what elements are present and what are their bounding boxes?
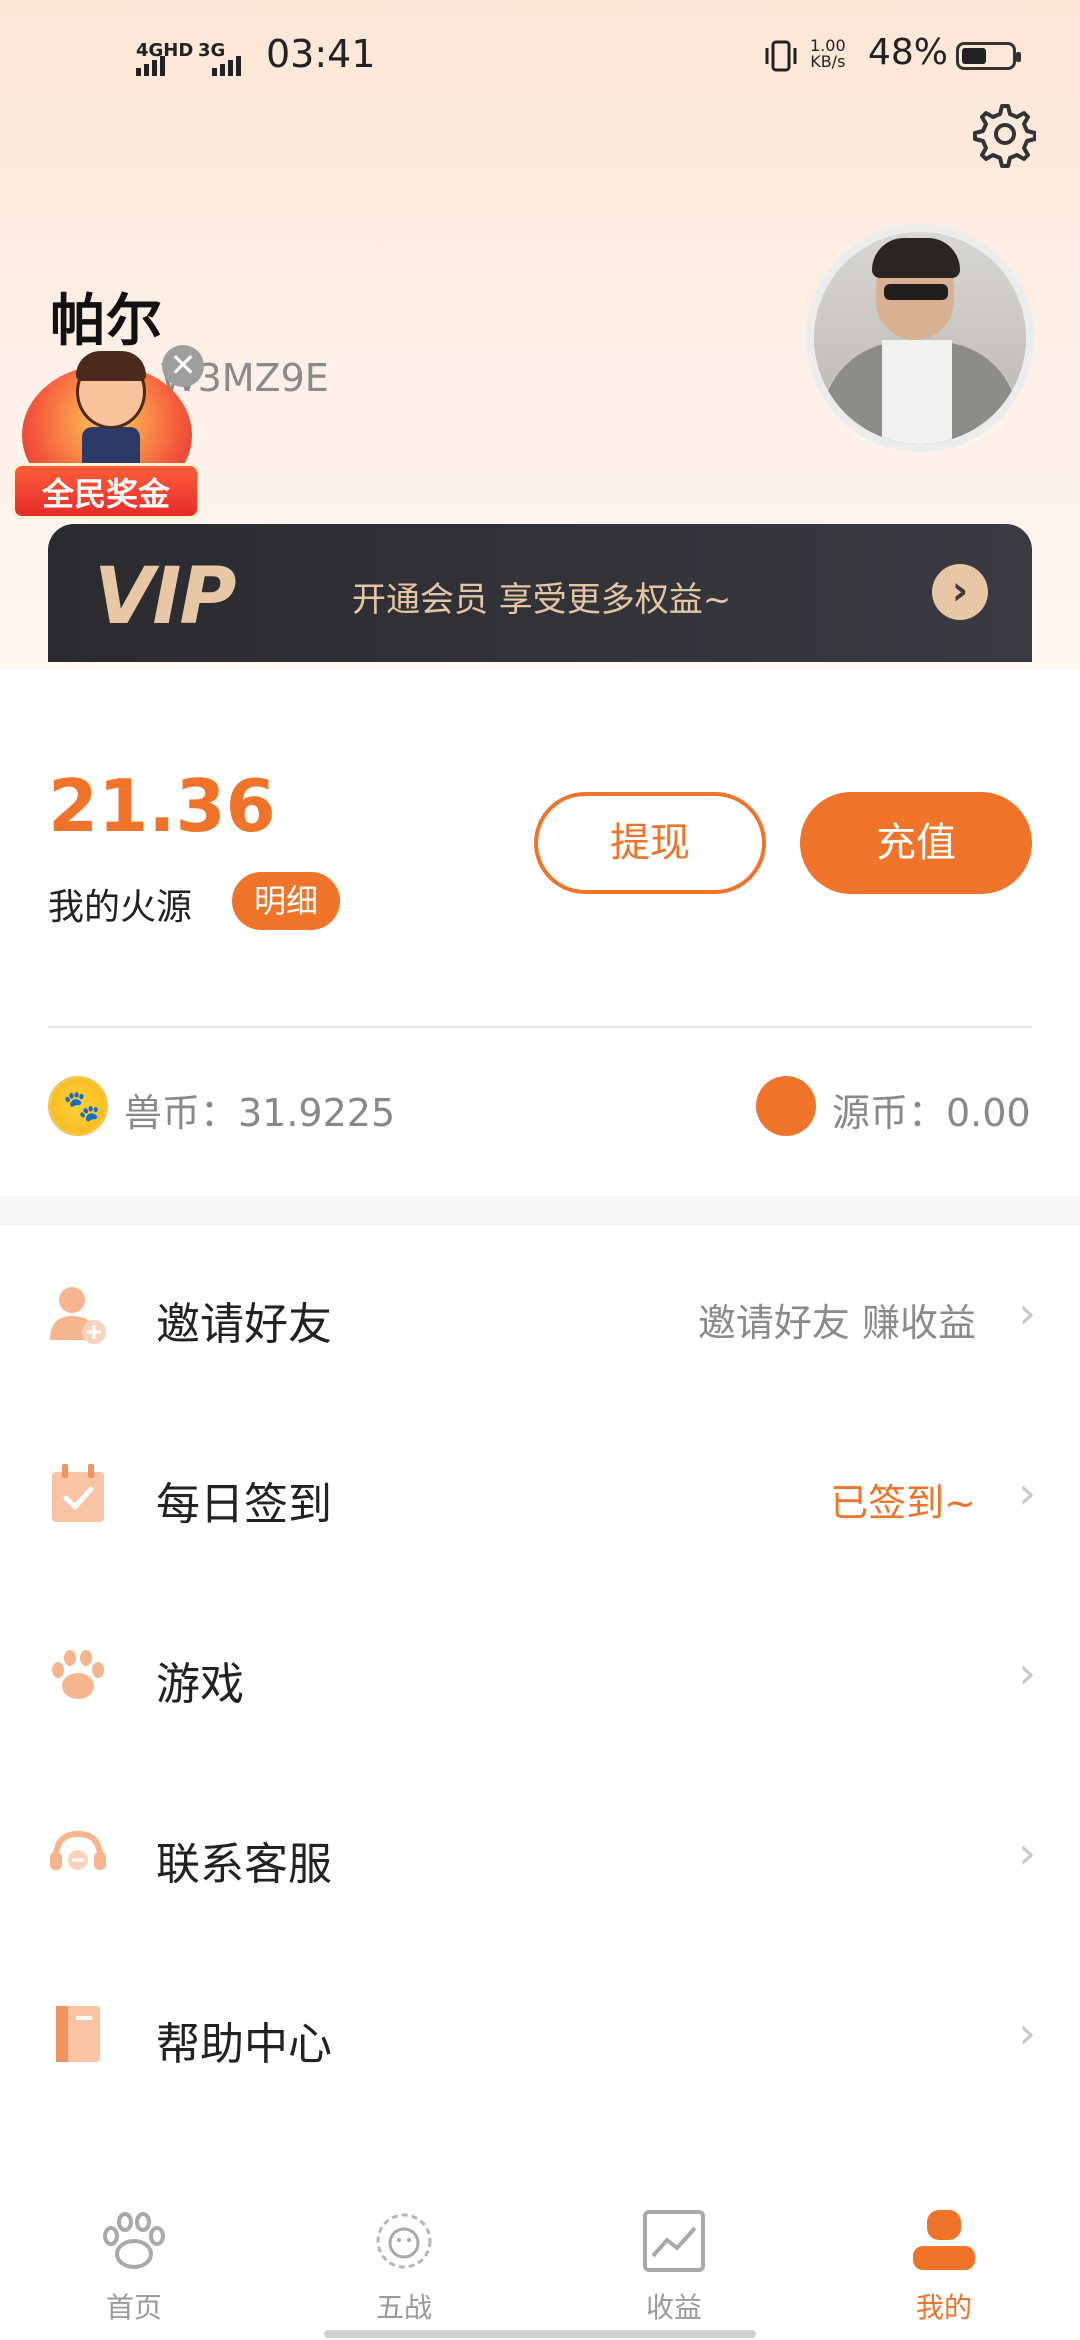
lion-icon	[376, 2213, 432, 2269]
menu-item-label: 帮助中心	[156, 2019, 332, 2070]
headset-icon	[50, 1830, 106, 1870]
tab-earnings[interactable]: 收益	[574, 2208, 774, 2328]
network-speed: 1.00 KB/s	[810, 36, 846, 71]
tab-label: 首页	[105, 2291, 162, 2324]
promo-mascot-hair	[76, 351, 146, 381]
menu-item-label: 每日签到	[156, 1479, 332, 1530]
vip-logo: VIP	[94, 552, 237, 642]
tab-label: 收益	[645, 2291, 702, 2324]
book-icon	[56, 2006, 100, 2062]
battery-percent: 48%	[868, 32, 949, 73]
person-icon	[913, 2210, 975, 2270]
chevron-right-icon: ›	[1018, 1288, 1036, 1339]
vip-banner[interactable]: VIP 开通会员 享受更多权益~ ›	[48, 524, 1032, 662]
menu-item-invite-friends[interactable]: 邀请好友 邀请好友 赚收益 ›	[0, 1226, 1080, 1406]
paw-icon	[52, 1650, 104, 1699]
clock: 03:41	[266, 32, 376, 76]
calendar-check-icon	[52, 1464, 104, 1522]
source-coin-balance: 源币：0.00	[832, 1091, 1031, 1135]
tab-label: 五战	[375, 2291, 432, 2324]
chevron-right-icon: ›	[1018, 1648, 1036, 1699]
vip-arrow-icon[interactable]: ›	[932, 564, 988, 620]
beast-coin-icon: 🐾	[48, 1076, 108, 1136]
menu-item-label: 联系客服	[156, 1839, 332, 1890]
paw-icon	[103, 2212, 165, 2269]
recharge-button[interactable]: 充值	[800, 792, 1032, 894]
promo-label: 全民奖金	[12, 463, 200, 519]
bonus-promo-badge[interactable]: 全民奖金 ✕	[12, 345, 204, 530]
menu-item-hint: 邀请好友 赚收益	[697, 1301, 976, 1345]
chevron-right-icon: ›	[1018, 2008, 1036, 2059]
checkin-status: 已签到~	[830, 1481, 976, 1525]
menu-item-games[interactable]: 游戏 ›	[0, 1586, 1080, 1766]
divider	[48, 1026, 1032, 1028]
source-coin-icon	[756, 1076, 816, 1136]
tab-label: 我的	[915, 2291, 972, 2324]
menu-item-label: 游戏	[156, 1659, 244, 1710]
bottom-tab-bar: 首页 五战 收益 我的	[0, 2190, 1080, 2340]
chevron-right-icon: ›	[1018, 1828, 1036, 1879]
chevron-right-icon: ›	[1018, 1468, 1036, 1519]
withdraw-button[interactable]: 提现	[534, 792, 766, 894]
home-indicator[interactable]	[324, 2330, 756, 2338]
menu-item-label: 邀请好友	[156, 1299, 332, 1350]
battery-icon	[956, 42, 1021, 70]
avatar[interactable]	[806, 224, 1034, 452]
menu-item-daily-checkin[interactable]: 每日签到 已签到~ ›	[0, 1406, 1080, 1586]
promo-close-icon[interactable]: ✕	[162, 345, 204, 387]
status-bar: 4GHD 3G 03:41 1.00 KB/s 48%	[0, 28, 1080, 92]
tab-wuzhan[interactable]: 五战	[304, 2208, 504, 2328]
signal-strength-2-icon	[212, 56, 241, 76]
detail-button[interactable]: 明细	[232, 872, 340, 930]
tab-mine[interactable]: 我的	[844, 2208, 1044, 2328]
vip-banner-text: 开通会员 享受更多权益~	[352, 580, 732, 620]
tab-home[interactable]: 首页	[34, 2208, 234, 2328]
chart-icon	[643, 2210, 705, 2272]
section-separator	[0, 1196, 1080, 1226]
vibrate-icon	[765, 40, 797, 72]
user-add-icon	[50, 1287, 106, 1344]
settings-gear-icon[interactable]	[968, 100, 1036, 168]
signal-strength-1-icon	[136, 56, 165, 76]
fire-source-balance: 21.36	[48, 764, 276, 848]
menu-item-contact-support[interactable]: 联系客服 ›	[0, 1766, 1080, 1946]
fire-source-label: 我的火源	[48, 887, 193, 928]
beast-coin-balance: 兽币：31.9225	[124, 1091, 396, 1135]
menu-item-help-center[interactable]: 帮助中心 ›	[0, 1946, 1080, 2126]
